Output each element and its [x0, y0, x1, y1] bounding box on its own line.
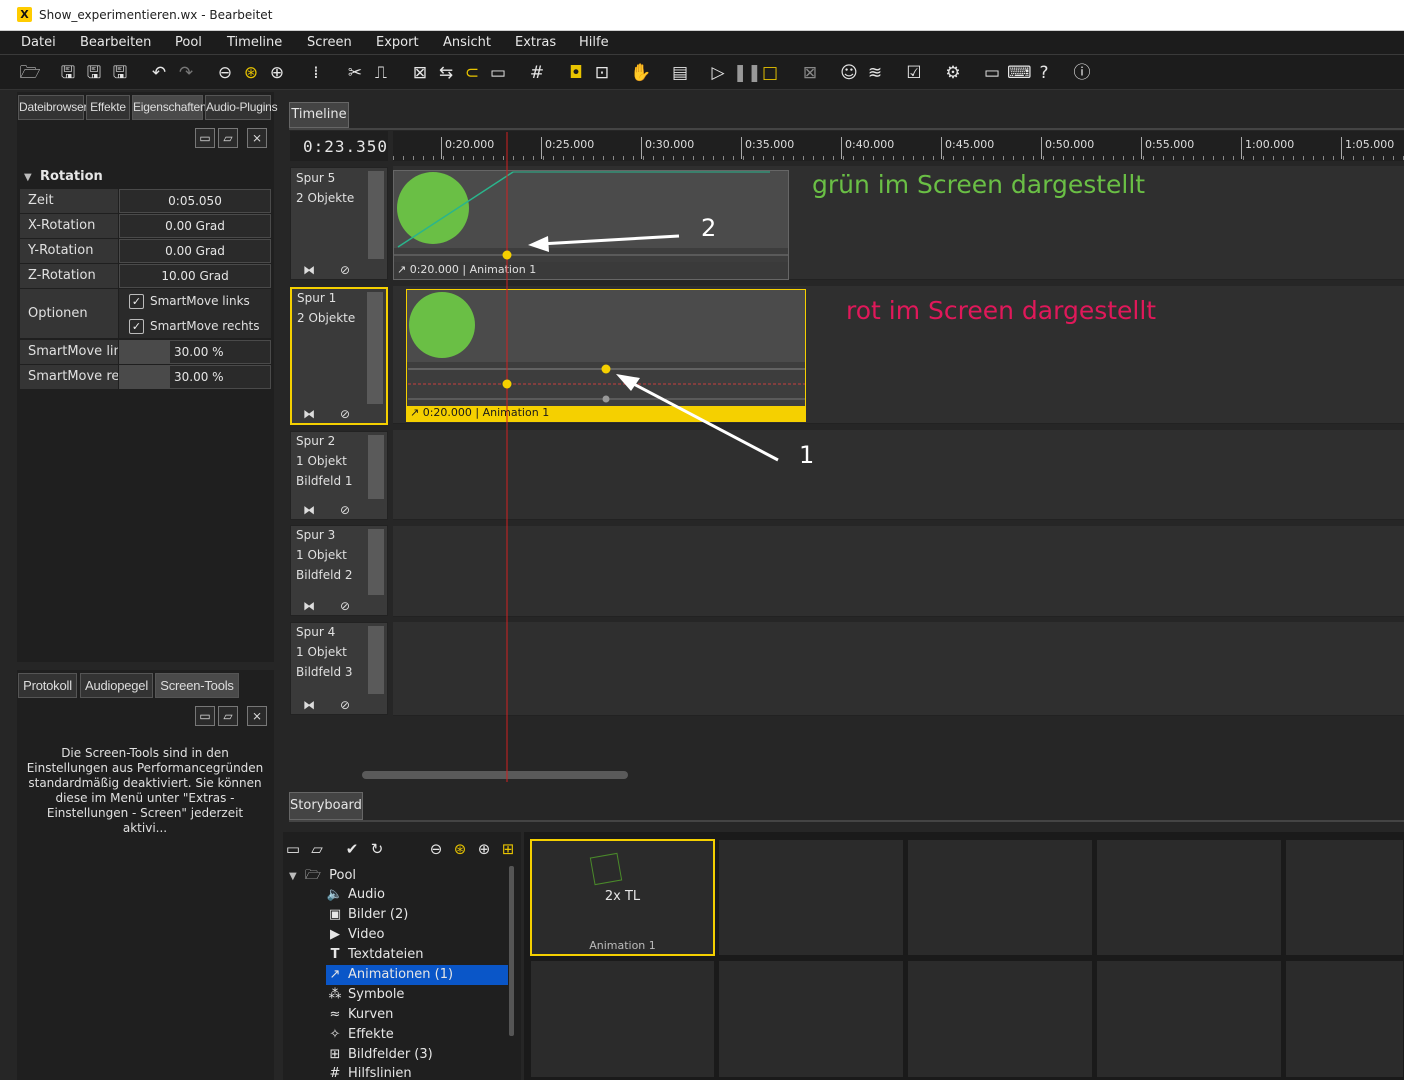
keyframe-dot[interactable]: [502, 379, 512, 389]
text-icon: T: [330, 947, 340, 962]
guides-icon: #: [329, 1066, 341, 1080]
folder-open-icon: 🗁: [304, 868, 321, 883]
annotation-red: rot im Screen dargestellt: [846, 296, 1157, 325]
keyframe-dot[interactable]: [502, 250, 512, 260]
zoom-out-icon[interactable]: ⊖: [425, 838, 447, 860]
open-icon[interactable]: ▱: [306, 838, 328, 860]
storyboard-tab-underline: [289, 820, 1404, 822]
annotation-green: grün im Screen dargestellt: [812, 170, 1146, 199]
storyboard-cell[interactable]: [1285, 839, 1404, 956]
pool-item-effekte[interactable]: ✧ Effekte: [326, 1025, 394, 1045]
zoom-in-icon[interactable]: ⊕: [473, 838, 495, 860]
speaker-icon: 🔈: [326, 887, 344, 902]
green-circle-thumb-1: [409, 292, 475, 358]
pool-item-audio[interactable]: 🔈 Audio: [326, 885, 385, 905]
pool-item-video[interactable]: ▶ Video: [326, 925, 384, 945]
video-icon: ▶: [330, 927, 340, 942]
pool-item-kurven[interactable]: ≈ Kurven: [326, 1005, 394, 1025]
annotation-arrow-2: [539, 234, 680, 246]
image-icon: ▣: [328, 907, 342, 922]
storyboard-cell[interactable]: [718, 960, 904, 1078]
zoom-fit-icon[interactable]: ⊛: [449, 838, 471, 860]
storyboard-cell[interactable]: [907, 839, 1093, 956]
storyboard-cell[interactable]: [1096, 960, 1282, 1078]
grid-icon: ⊞: [329, 1047, 341, 1062]
timeline-scrollbar[interactable]: [362, 771, 628, 779]
storyboard-cell[interactable]: [1096, 839, 1282, 956]
arrowhead-icon: [616, 374, 640, 391]
pool-item-hilfslinien[interactable]: # Hilfslinien: [326, 1064, 412, 1080]
check-icon[interactable]: ✔: [341, 838, 363, 860]
storyboard-cell[interactable]: [718, 839, 904, 956]
pool-item-animationen[interactable]: ↗ Animationen (1): [326, 965, 508, 985]
storyboard-cell[interactable]: [530, 960, 715, 1078]
effects-icon: ✧: [329, 1027, 341, 1042]
symbols-icon: ⁂: [328, 987, 342, 1002]
pool-item-symbole[interactable]: ⁂ Symbole: [326, 985, 405, 1005]
annotation-number-1: 1: [799, 441, 815, 469]
folder-icon[interactable]: ▭: [282, 838, 304, 860]
annotation-number-2: 2: [701, 214, 717, 242]
storyboard-cell[interactable]: [907, 960, 1093, 1078]
pool-item-bilder[interactable]: ▣ Bilder (2): [326, 905, 408, 925]
arrowhead-icon: [528, 236, 549, 252]
storyboard-card-animation-1[interactable]: 2x TL Animation 1: [530, 839, 715, 956]
tab-storyboard[interactable]: Storyboard: [289, 792, 363, 820]
pool-scrollbar[interactable]: [509, 866, 514, 1036]
shape-thumbnail-icon: [589, 852, 623, 886]
grid-view-icon[interactable]: ⊞: [497, 838, 519, 860]
storyboard-card-caption: Animation 1: [589, 939, 656, 952]
storyboard-cell[interactable]: [1285, 960, 1404, 1078]
pool-item-textdateien[interactable]: T Textdateien: [326, 945, 424, 965]
keyframe-dot[interactable]: [601, 364, 611, 374]
keyframe-dot[interactable]: [602, 395, 610, 403]
animation-icon: ↗: [329, 967, 341, 982]
pool-item-bildfelder[interactable]: ⊞ Bildfelder (3): [326, 1045, 433, 1065]
refresh-icon[interactable]: ↻: [366, 838, 388, 860]
triangle-down-icon: ▼: [289, 871, 297, 882]
curves-icon: ≈: [329, 1007, 341, 1022]
storyboard-card-title: 2x TL: [604, 889, 641, 904]
annotation-arrow-1: [627, 379, 779, 462]
